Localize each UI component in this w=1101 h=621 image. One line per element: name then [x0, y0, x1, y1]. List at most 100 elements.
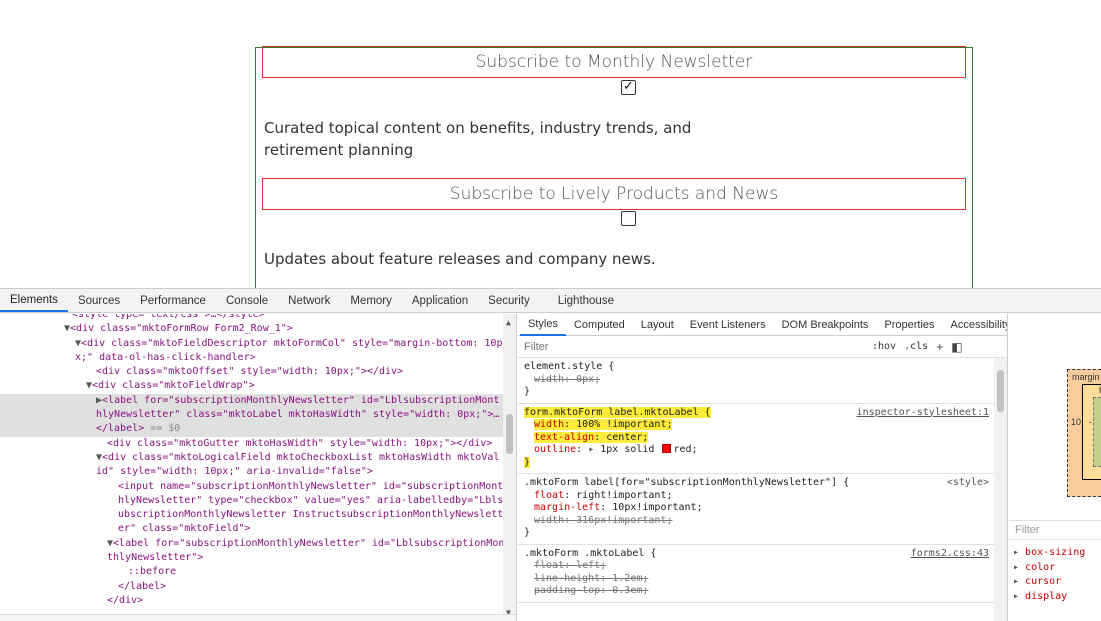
styles-filter-input[interactable] — [524, 338, 864, 355]
computed-property[interactable]: color — [1013, 561, 1085, 576]
dom-node[interactable]: ▼<div class="mktoFormRow Form2_Row_1"> — [0, 322, 516, 336]
rule-declaration[interactable]: padding-top: 0.3em; — [524, 585, 1001, 598]
styles-filter-row: :hov .cls + ◧ — [518, 336, 1007, 358]
products-news-checkbox[interactable] — [621, 211, 636, 226]
property-name: width — [534, 419, 565, 430]
style-rule-element[interactable]: element.style { width: 0px; } — [518, 358, 1007, 404]
subscribe-products-label[interactable]: Subscribe to Lively Products and News — [262, 178, 966, 210]
dom-tag: <div class="mktoFieldDescriptor mktoForm… — [81, 337, 503, 349]
rule-declaration[interactable]: margin-left: 10px!important; — [524, 502, 1001, 515]
property-name: float — [534, 489, 565, 501]
rule-declaration[interactable]: text-align: center; — [524, 431, 1001, 445]
subtab-computed[interactable]: Computed — [566, 314, 633, 336]
rule-close: } — [524, 527, 531, 538]
computed-property[interactable]: cursor — [1013, 575, 1085, 590]
margin-left-value[interactable]: 10 — [1071, 417, 1081, 427]
rule-declaration[interactable]: width: 100% !important; — [524, 419, 1001, 432]
expand-triangle-icon[interactable]: ▸ — [582, 444, 600, 455]
rule-source-link[interactable]: <style> — [947, 477, 989, 490]
subscribe-monthly-label[interactable]: Subscribe to Monthly Newsletter — [262, 46, 966, 78]
dom-node-cont: thlyNewsletter"> — [0, 551, 516, 565]
tab-console[interactable]: Console — [216, 289, 278, 312]
subtab-properties[interactable]: Properties — [876, 314, 942, 336]
property-name: margin-left — [534, 502, 601, 513]
elements-scrollbar[interactable]: ▲ ▼ — [503, 314, 516, 621]
property-value: right!important; — [576, 489, 673, 501]
box-model-padding[interactable] — [1093, 397, 1101, 467]
subtab-dom-breakpoints[interactable]: DOM Breakpoints — [774, 314, 877, 336]
tab-application[interactable]: Application — [402, 289, 478, 312]
styles-scrollbar[interactable] — [994, 358, 1007, 621]
dom-node-cont: er" class="mktoField"> — [0, 522, 516, 536]
selected-dom-node[interactable]: ▶<label for="subscriptionMonthlyNewslett… — [0, 393, 516, 409]
tab-security[interactable]: Security — [478, 289, 540, 312]
rule-source-link[interactable]: inspector-stylesheet:1 — [857, 407, 989, 420]
border-left-value[interactable]: - — [1089, 417, 1092, 427]
dom-node[interactable]: <input name="subscriptionMonthlyNewslett… — [0, 480, 516, 494]
style-rule-style-tag[interactable]: .mktoForm label[for="subscriptionMonthly… — [518, 474, 1007, 545]
computed-filter-input[interactable]: Filter — [1009, 520, 1101, 540]
style-rule-forms2[interactable]: .mktoForm .mktoLabel { forms2.css:43 flo… — [518, 545, 1007, 603]
hov-toggle-button[interactable]: :hov — [872, 341, 896, 352]
dom-node[interactable]: ::before — [0, 565, 516, 579]
rule-declaration[interactable]: float: left; — [524, 560, 1001, 573]
dom-tag: </label> — [118, 580, 167, 592]
dom-tag: er" class="mktoField"> — [118, 523, 251, 535]
tab-memory[interactable]: Memory — [340, 289, 402, 312]
tab-lighthouse[interactable]: Lighthouse — [548, 289, 624, 312]
box-model-margin[interactable]: margin b — [1067, 369, 1101, 497]
dom-node[interactable]: <div class="mktoOffset" style="width: 10… — [0, 365, 516, 379]
computed-property[interactable]: display — [1013, 590, 1085, 605]
dom-node[interactable]: </label> — [0, 580, 516, 594]
description-line: retirement planning — [264, 141, 414, 159]
subtab-layout[interactable]: Layout — [633, 314, 682, 336]
cls-toggle-button[interactable]: .cls — [904, 341, 928, 352]
dom-tag: x;" data-ol-has-click-handler> — [75, 351, 256, 363]
dom-node-cont: x;" data-ol-has-click-handler> — [0, 351, 516, 365]
style-rule-inspector[interactable]: form.mktoForm label.mktoLabel { inspecto… — [518, 404, 1007, 474]
rule-selector: element.style { — [524, 361, 615, 372]
styles-subtab-bar: Styles Computed Layout Event Listeners D… — [518, 314, 1007, 336]
tab-sources[interactable]: Sources — [68, 289, 130, 312]
tab-elements[interactable]: Elements — [0, 289, 68, 312]
computed-property[interactable]: box-sizing — [1013, 546, 1085, 561]
tab-network[interactable]: Network — [278, 289, 340, 312]
rule-declaration[interactable]: width: 0px; — [524, 374, 1001, 387]
devtools-tab-bar: Elements Sources Performance Console Net… — [0, 289, 1101, 313]
dom-tag: <div class="mktoLogicalField mktoCheckbo… — [102, 451, 500, 463]
toggle-sidebar-icon[interactable]: ◧ — [951, 340, 962, 354]
property-value: 1px solid — [600, 444, 655, 455]
rule-declaration[interactable]: line-height: 1.2em; — [524, 573, 1001, 586]
scrollbar-thumb[interactable] — [506, 414, 513, 454]
subtab-event-listeners[interactable]: Event Listeners — [682, 314, 774, 336]
dom-tag: </label> — [96, 423, 145, 435]
dom-tag: id" style="width: 10px;" aria-invalid="f… — [96, 466, 373, 478]
dom-node[interactable]: <div class="mktoGutter mktoHasWidth" sty… — [0, 437, 516, 451]
tab-performance[interactable]: Performance — [130, 289, 216, 312]
breadcrumb-strip — [0, 614, 516, 621]
dom-node[interactable]: ▼<div class="mktoLogicalField mktoCheckb… — [0, 451, 516, 465]
dom-node[interactable]: ▼<div class="mktoFieldDescriptor mktoFor… — [0, 337, 516, 351]
rule-declaration[interactable]: float: right!important; — [524, 490, 1001, 503]
dom-node[interactable]: </div> — [0, 594, 516, 608]
box-model-border[interactable]: b — [1082, 384, 1101, 480]
dom-tag: <div class="mktoOffset" style="width: 10… — [96, 366, 404, 378]
rule-source-link[interactable]: forms2.css:43 — [911, 548, 989, 561]
rule-declaration[interactable]: width: 316px!important; — [524, 515, 1001, 528]
scrollbar-thumb[interactable] — [997, 370, 1004, 412]
monthly-newsletter-description: Curated topical content on benefits, ind… — [264, 117, 691, 161]
new-rule-plus-icon[interactable]: + — [936, 340, 943, 354]
color-swatch-icon[interactable] — [662, 444, 672, 453]
scroll-up-arrow-icon[interactable]: ▲ — [506, 316, 511, 330]
styles-pane: Styles Computed Layout Event Listeners D… — [518, 314, 1008, 621]
dom-node[interactable]: ▼<label for="subscriptionMonthlyNewslett… — [0, 537, 516, 551]
subtab-accessibility[interactable]: Accessibility — [943, 314, 1007, 336]
monthly-newsletter-checkbox[interactable]: ✓ — [621, 80, 636, 95]
rule-declaration[interactable]: outline: ▸ 1px solid red; — [524, 444, 1001, 457]
dom-tag: <label for="subscriptionMonthlyNewslette… — [102, 394, 500, 406]
dom-node[interactable]: ▼<div class="mktoFieldWrap"> — [0, 379, 516, 393]
subtab-styles[interactable]: Styles — [520, 314, 566, 336]
dom-node[interactable]: <style type="text/css">…</style> — [0, 314, 516, 322]
dom-node-cont: id" style="width: 10px;" aria-invalid="f… — [0, 465, 516, 479]
property-name: outline — [534, 444, 577, 455]
